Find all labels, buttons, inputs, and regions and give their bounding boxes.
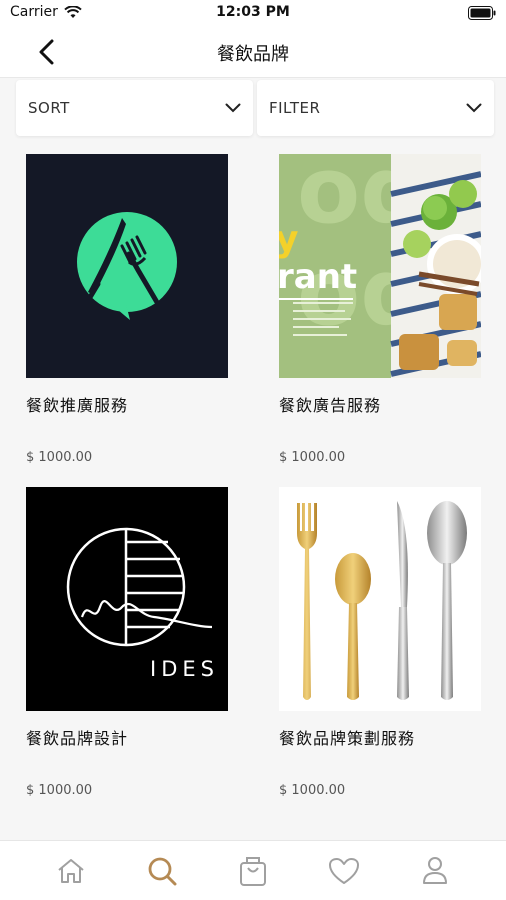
tab-home[interactable]	[51, 851, 91, 891]
tab-search[interactable]	[142, 851, 182, 891]
product-card[interactable]: IDES 餐飲品牌設計 $ 1000.00	[26, 487, 256, 798]
product-price: $ 1000.00	[279, 450, 346, 465]
flyer-headline-line1: y	[279, 219, 299, 260]
cutlery-image-icon	[297, 501, 467, 700]
product-name[interactable]: 餐飲品牌設計	[26, 725, 256, 749]
product-name[interactable]: 餐飲品牌策劃服務	[279, 725, 506, 749]
tab-favorites[interactable]	[324, 851, 364, 891]
product-image-restaurant-ad[interactable]: od od y rant	[279, 154, 481, 378]
product-price: $ 1000.00	[279, 783, 346, 798]
filter-button[interactable]: FILTER	[257, 80, 494, 136]
product-image-ides-logo[interactable]: IDES	[26, 487, 228, 711]
product-card[interactable]: od od y rant 餐飲廣告服務 $ 1000.00	[279, 154, 506, 465]
product-price: $ 1000.00	[26, 783, 93, 798]
status-time: 12:03 PM	[216, 4, 290, 20]
product-name[interactable]: 餐飲推廣服務	[26, 392, 256, 416]
bottom-tab-bar	[0, 840, 506, 900]
product-card[interactable]: 餐飲品牌策劃服務 $ 1000.00	[279, 487, 506, 798]
flyer-headline-line2: rant	[279, 257, 358, 297]
search-icon	[148, 857, 177, 885]
chevron-down-icon	[225, 103, 241, 113]
product-card[interactable]: 餐飲推廣服務 $ 1000.00	[26, 154, 256, 465]
page-title: 餐飲品牌	[217, 44, 289, 65]
chevron-down-icon	[466, 103, 482, 113]
ides-logo-text: IDES	[150, 657, 219, 681]
product-name[interactable]: 餐飲廣告服務	[279, 392, 506, 416]
product-image-fork-knife-logo[interactable]	[26, 154, 228, 378]
fork-knife-chat-logo-icon	[77, 212, 177, 320]
product-price: $ 1000.00	[26, 450, 93, 465]
bag-icon	[239, 856, 266, 886]
status-bar: Carrier 12:03 PM	[0, 0, 506, 26]
home-icon	[58, 858, 85, 883]
sort-filter-toolbar: SORT FILTER	[16, 80, 494, 136]
heart-icon	[328, 857, 359, 884]
sort-button[interactable]: SORT	[16, 80, 253, 136]
sort-label: SORT	[28, 99, 70, 117]
product-image-cutlery-set[interactable]	[279, 487, 481, 711]
battery-icon	[468, 6, 496, 20]
user-icon	[422, 856, 447, 884]
filter-label: FILTER	[269, 99, 321, 117]
nav-bar: 餐飲品牌	[0, 26, 506, 78]
tab-cart[interactable]	[233, 851, 273, 891]
tab-profile[interactable]	[415, 851, 455, 891]
